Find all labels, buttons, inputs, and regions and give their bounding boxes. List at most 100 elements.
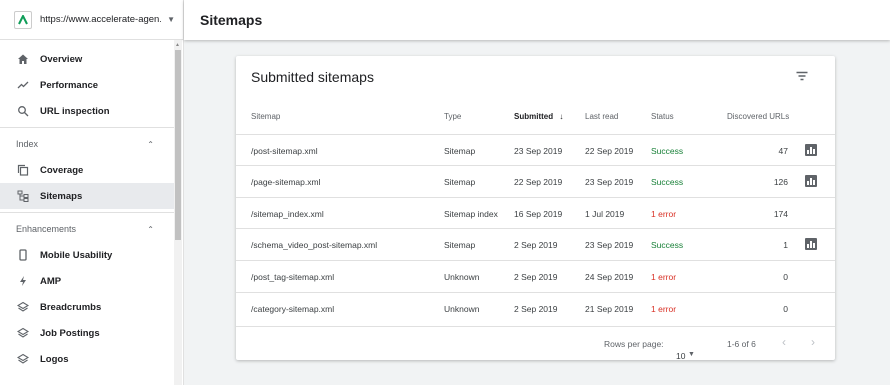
sitemap-type: Unknown bbox=[444, 272, 480, 282]
page-header: Sitemaps bbox=[184, 0, 890, 40]
status-text: 1 error bbox=[651, 304, 677, 314]
sitemap-type: Sitemap bbox=[444, 177, 476, 187]
pagination: Rows per page: 10 ▼ 1-6 of 6 ‹ › bbox=[236, 326, 835, 361]
discovered-urls: 0 bbox=[783, 272, 788, 282]
caret-down-icon: ▼ bbox=[688, 351, 695, 358]
nav-group-label: Enhancements bbox=[16, 224, 77, 234]
sidebar-item-job-postings[interactable]: Job Postings bbox=[0, 320, 174, 346]
sitemap-path: /page-sitemap.xml bbox=[251, 177, 321, 187]
submitted-date: 22 Sep 2019 bbox=[514, 177, 563, 187]
sidebar-item-sitemaps[interactable]: Sitemaps bbox=[0, 183, 174, 209]
status-text: Success bbox=[651, 240, 684, 250]
bar-chart-icon[interactable] bbox=[805, 175, 817, 187]
sidebar: https://www.accelerate-agen... ▼ Overvie… bbox=[0, 0, 184, 385]
search-icon bbox=[16, 104, 30, 118]
column-header-sitemap[interactable]: Sitemap bbox=[251, 112, 280, 121]
submitted-sitemaps-card: Submitted sitemaps Sitemap Type Submitte… bbox=[236, 56, 835, 361]
sidebar-item-breadcrumbs[interactable]: Breadcrumbs bbox=[0, 294, 174, 320]
column-header-status[interactable]: Status bbox=[651, 112, 674, 121]
status-text: Success bbox=[651, 146, 684, 156]
sidebar-item-coverage[interactable]: Coverage bbox=[0, 157, 174, 183]
home-icon bbox=[16, 52, 30, 66]
status-text: 1 error bbox=[651, 209, 677, 219]
layers-icon bbox=[16, 326, 30, 340]
discovered-urls: 126 bbox=[773, 177, 788, 187]
table-row[interactable]: /page-sitemap.xml Sitemap 22 Sep 2019 23… bbox=[236, 165, 835, 196]
sitemap-path: /post_tag-sitemap.xml bbox=[251, 272, 335, 282]
scroll-thumb[interactable] bbox=[175, 50, 181, 240]
trending-up-icon bbox=[16, 78, 30, 92]
submitted-date: 23 Sep 2019 bbox=[514, 146, 563, 156]
sitemap-type: Sitemap index bbox=[444, 209, 498, 219]
sidebar-item-performance[interactable]: Performance bbox=[0, 72, 174, 98]
bolt-icon bbox=[16, 274, 30, 288]
layers-icon bbox=[16, 300, 30, 314]
table-row[interactable]: /category-sitemap.xml Unknown 2 Sep 2019… bbox=[236, 292, 835, 323]
column-header-discovered-urls[interactable]: Discovered URLs bbox=[727, 112, 789, 121]
sitemap-icon bbox=[16, 189, 30, 203]
chevron-up-icon: ⌃ bbox=[147, 139, 154, 149]
arrow-down-icon: ↓ bbox=[559, 112, 564, 121]
sidebar-nav: Overview Performance URL inspection Inde… bbox=[0, 46, 174, 372]
sidebar-item-overview[interactable]: Overview bbox=[0, 46, 174, 72]
chevron-up-icon: ⌃ bbox=[147, 224, 154, 234]
sidebar-item-label: Sitemaps bbox=[40, 190, 83, 202]
property-url: https://www.accelerate-agen... bbox=[40, 14, 162, 25]
sidebar-item-logos[interactable]: Logos bbox=[0, 346, 174, 372]
chevron-down-icon[interactable]: ▼ bbox=[167, 15, 175, 24]
column-header-last-read[interactable]: Last read bbox=[585, 112, 618, 121]
scroll-up-arrow-icon[interactable]: ▲ bbox=[175, 42, 180, 48]
table-row[interactable]: /post-sitemap.xml Sitemap 23 Sep 2019 22… bbox=[236, 134, 835, 165]
sidebar-item-url-inspection[interactable]: URL inspection bbox=[0, 98, 174, 124]
last-read-date: 1 Jul 2019 bbox=[585, 209, 625, 219]
sitemap-path: /post-sitemap.xml bbox=[251, 146, 318, 156]
property-selector[interactable]: https://www.accelerate-agen... ▼ bbox=[0, 0, 183, 40]
sidebar-item-label: Performance bbox=[40, 79, 99, 91]
last-read-date: 23 Sep 2019 bbox=[585, 177, 634, 187]
bar-chart-icon[interactable] bbox=[805, 238, 817, 250]
sidebar-item-label: Breadcrumbs bbox=[40, 301, 102, 313]
discovered-urls: 174 bbox=[773, 209, 788, 219]
rows-per-page-label: Rows per page: bbox=[604, 339, 664, 349]
column-header-label: Submitted bbox=[514, 112, 554, 121]
divider bbox=[0, 127, 174, 128]
rows-per-page-value: 10 bbox=[676, 351, 686, 361]
discovered-urls: 1 bbox=[783, 240, 788, 250]
sidebar-scrollbar[interactable]: ▲ bbox=[174, 40, 182, 385]
sidebar-item-label: Job Postings bbox=[40, 327, 100, 339]
sitemap-type: Unknown bbox=[444, 304, 480, 314]
sidebar-item-amp[interactable]: AMP bbox=[0, 268, 174, 294]
last-read-date: 21 Sep 2019 bbox=[585, 304, 634, 314]
table-row[interactable]: /schema_video_post-sitemap.xml Sitemap 2… bbox=[236, 228, 835, 259]
submitted-date: 2 Sep 2019 bbox=[514, 272, 558, 282]
sidebar-item-label: Logos bbox=[40, 353, 69, 365]
column-header-type[interactable]: Type bbox=[444, 112, 461, 121]
sitemap-type: Sitemap bbox=[444, 240, 476, 250]
sidebar-item-mobile-usability[interactable]: Mobile Usability bbox=[0, 242, 174, 268]
filter-icon[interactable] bbox=[795, 69, 809, 83]
sidebar-item-label: Coverage bbox=[40, 164, 84, 176]
bar-chart-icon[interactable] bbox=[805, 144, 817, 156]
discovered-urls: 47 bbox=[778, 146, 788, 156]
page-title: Sitemaps bbox=[200, 12, 263, 28]
chevron-right-icon[interactable]: › bbox=[811, 335, 815, 349]
property-logo-icon bbox=[14, 10, 32, 29]
sidebar-item-label: Overview bbox=[40, 53, 83, 65]
layers-icon bbox=[16, 352, 30, 366]
status-text: Success bbox=[651, 177, 684, 187]
sidebar-item-label: AMP bbox=[40, 275, 62, 287]
table-row[interactable]: /post_tag-sitemap.xml Unknown 2 Sep 2019… bbox=[236, 260, 835, 291]
submitted-date: 2 Sep 2019 bbox=[514, 304, 558, 314]
nav-group-enhancements[interactable]: Enhancements ⌃ bbox=[0, 216, 174, 242]
copy-icon bbox=[16, 163, 30, 177]
table-row[interactable]: /sitemap_index.xml Sitemap index 16 Sep … bbox=[236, 197, 835, 228]
discovered-urls: 0 bbox=[783, 304, 788, 314]
nav-group-label: Index bbox=[16, 139, 39, 149]
sitemap-path: /category-sitemap.xml bbox=[251, 304, 335, 314]
column-header-submitted[interactable]: Submitted ↓ bbox=[514, 112, 563, 121]
chevron-left-icon[interactable]: ‹ bbox=[782, 335, 786, 349]
last-read-date: 23 Sep 2019 bbox=[585, 240, 634, 250]
sidebar-item-label: URL inspection bbox=[40, 105, 110, 117]
nav-group-index[interactable]: Index ⌃ bbox=[0, 131, 174, 157]
sitemap-type: Sitemap bbox=[444, 146, 476, 156]
